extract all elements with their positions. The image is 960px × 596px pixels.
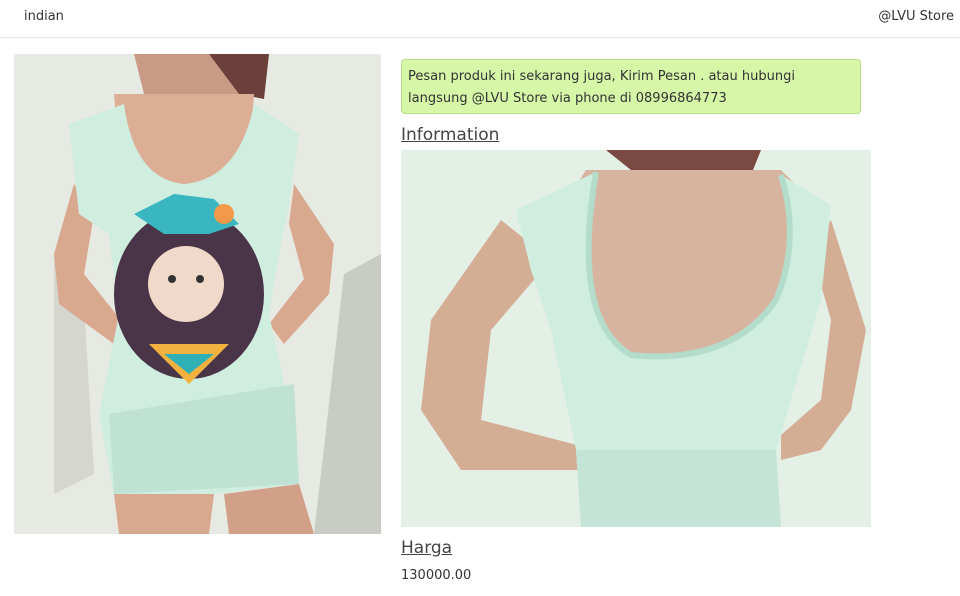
- dress-back-illustration: [401, 150, 871, 527]
- top-navbar: indian @LVU Store: [0, 0, 960, 38]
- dress-front-illustration: [14, 54, 381, 534]
- product-image-back[interactable]: [401, 150, 871, 527]
- send-order-link[interactable]: Kirim Pesan: [620, 69, 696, 84]
- price-value: 130000.00: [401, 568, 472, 583]
- order-alert: Pesan produk ini sekarang juga, Kirim Pe…: [401, 59, 861, 114]
- information-heading: Information: [401, 125, 500, 145]
- brand-link[interactable]: indian: [24, 9, 64, 24]
- product-image-front[interactable]: [14, 54, 381, 534]
- price-heading: Harga: [401, 538, 453, 558]
- store-link[interactable]: @LVU Store: [878, 9, 954, 24]
- alert-text-before: Pesan produk ini sekarang juga,: [408, 69, 620, 84]
